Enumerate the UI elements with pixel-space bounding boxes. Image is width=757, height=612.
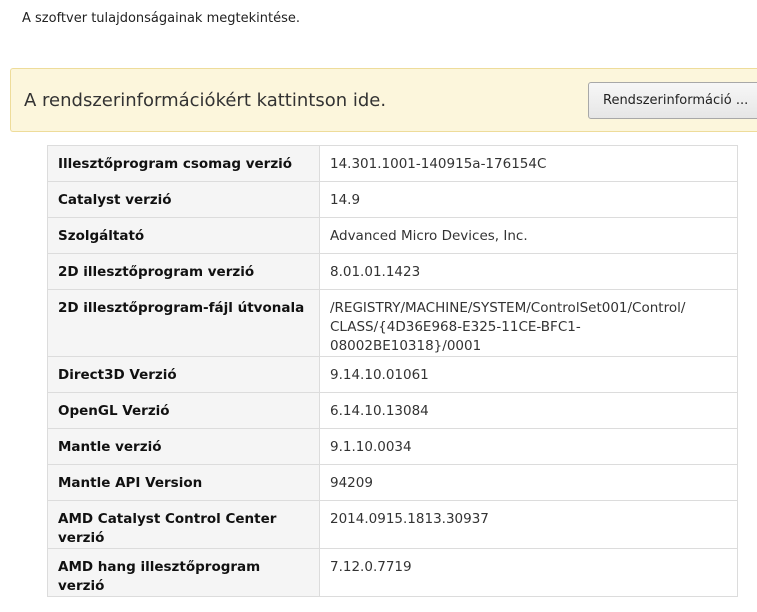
property-value: 8.01.01.1423 [319,253,738,290]
property-label: 2D illesztőprogram-fájl útvonala [47,289,320,357]
page-subtitle: A szoftver tulajdonságainak megtekintése… [22,11,300,26]
table-row: Catalyst verzió 14.9 [47,181,738,218]
system-info-prompt: A rendszerinformációkért kattintson ide. [24,90,387,111]
property-label: Mantle API Version [47,464,320,501]
property-label: Catalyst verzió [47,181,320,218]
table-row: AMD Catalyst Control Center verzió 2014.… [47,500,738,549]
system-info-button[interactable]: Rendszerinformáció ... [588,82,757,119]
property-label: OpenGL Verzió [47,392,320,429]
software-properties-table: Illesztőprogram csomag verzió 14.301.100… [47,145,738,597]
property-value-line: CLASS/{4D36E968-E325-11CE-BFC1-08002BE10… [330,319,581,354]
property-value: Advanced Micro Devices, Inc. [319,217,738,254]
system-info-banner: A rendszerinformációkért kattintson ide.… [10,68,757,132]
property-value: 9.14.10.01061 [319,356,738,393]
property-label: Szolgáltató [47,217,320,254]
property-label: AMD hang illesztőprogram verzió [47,548,320,597]
software-properties-page: A szoftver tulajdonságainak megtekintése… [0,0,757,612]
table-row: Mantle API Version 94209 [47,464,738,501]
table-row: AMD hang illesztőprogram verzió 7.12.0.7… [47,548,738,597]
property-value: /REGISTRY/MACHINE/SYSTEM/ControlSet001/C… [319,289,738,357]
table-row: 2D illesztőprogram-fájl útvonala /REGIST… [47,289,738,357]
property-label: Direct3D Verzió [47,356,320,393]
table-row: Mantle verzió 9.1.10.0034 [47,428,738,465]
table-row: Illesztőprogram csomag verzió 14.301.100… [47,145,738,182]
property-value-line: /REGISTRY/MACHINE/SYSTEM/ControlSet001/C… [330,300,686,316]
property-value: 7.12.0.7719 [319,548,738,597]
property-label: AMD Catalyst Control Center verzió [47,500,320,549]
property-value: 9.1.10.0034 [319,428,738,465]
table-row: Direct3D Verzió 9.14.10.01061 [47,356,738,393]
property-label: Mantle verzió [47,428,320,465]
property-value: 94209 [319,464,738,501]
property-value: 2014.0915.1813.30937 [319,500,738,549]
table-row: OpenGL Verzió 6.14.10.13084 [47,392,738,429]
property-value: 6.14.10.13084 [319,392,738,429]
property-value: 14.301.1001-140915a-176154C [319,145,738,182]
property-label: Illesztőprogram csomag verzió [47,145,320,182]
table-row: Szolgáltató Advanced Micro Devices, Inc. [47,217,738,254]
property-value: 14.9 [319,181,738,218]
property-label: 2D illesztőprogram verzió [47,253,320,290]
table-row: 2D illesztőprogram verzió 8.01.01.1423 [47,253,738,290]
